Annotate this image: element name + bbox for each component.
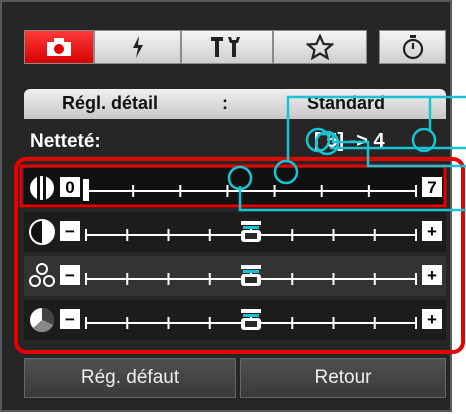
contrast-thumb-inner xyxy=(245,233,257,239)
contrast-decrease-button[interactable]: − xyxy=(60,221,80,241)
star-icon xyxy=(306,34,334,60)
slider-row-sharpness[interactable]: 0 7 xyxy=(24,168,446,208)
flash-icon xyxy=(132,36,143,58)
tab-tools[interactable] xyxy=(181,30,273,64)
sharpness-track[interactable] xyxy=(82,176,420,202)
picture-style-panel: Régl. détail : Standard Netteté: [ 5] ->… xyxy=(0,0,452,412)
contrast-thumb-accent xyxy=(243,226,259,229)
saturation-marker xyxy=(241,265,261,269)
sharpness-thumb xyxy=(83,179,89,201)
sharpness-to: 4 xyxy=(373,130,385,152)
slider-row-color-tone[interactable]: − + xyxy=(24,300,446,340)
contrast-icon xyxy=(29,219,55,245)
saturation-track[interactable] xyxy=(82,264,420,290)
camera-icon xyxy=(47,38,71,56)
picture-style-value: Standard xyxy=(307,93,386,113)
default-settings-button[interactable]: Rég. défaut xyxy=(24,358,236,398)
tab-shooting[interactable] xyxy=(24,30,94,64)
contrast-increase-button[interactable]: + xyxy=(422,221,442,241)
saturation-thumb-accent xyxy=(243,270,259,273)
bracket-left: [ xyxy=(314,130,321,152)
color-tone-icon xyxy=(30,307,55,333)
contrast-marker xyxy=(241,221,261,225)
color-tone-increase-button[interactable]: + xyxy=(422,309,442,329)
tab-my-menu[interactable] xyxy=(273,30,367,64)
saturation-icon xyxy=(29,263,55,287)
sharpness-from: 5 xyxy=(326,130,338,152)
sharpness-min-label[interactable]: 0 xyxy=(60,177,80,197)
color-tone-thumb-inner xyxy=(245,321,257,327)
timer-button[interactable] xyxy=(379,30,446,64)
color-tone-track[interactable] xyxy=(82,308,420,334)
detail-header: Régl. détail : Standard xyxy=(24,89,446,119)
contrast-track[interactable] xyxy=(82,220,420,246)
slider-row-contrast[interactable]: − + xyxy=(24,212,446,252)
tools-icon xyxy=(211,37,240,57)
bracket-right: ] xyxy=(337,130,345,152)
back-button[interactable]: Retour xyxy=(240,358,446,398)
sharpness-arrow: -> xyxy=(349,130,368,152)
sharpness-icon xyxy=(30,176,54,200)
saturation-thumb-inner xyxy=(245,277,257,283)
color-tone-marker xyxy=(241,309,261,313)
color-tone-decrease-button[interactable]: − xyxy=(60,309,80,329)
sharpness-label: Netteté: xyxy=(30,131,101,152)
slider-row-saturation[interactable]: − + xyxy=(24,256,446,296)
detail-label: Régl. détail xyxy=(62,93,159,113)
tab-flash[interactable] xyxy=(94,30,181,64)
sharpness-row: Netteté: [ 5] -> 4 xyxy=(24,122,446,162)
saturation-decrease-button[interactable]: − xyxy=(60,265,80,285)
timer-icon xyxy=(402,35,423,60)
sharpness-max-label[interactable]: 7 xyxy=(422,177,442,197)
color-tone-thumb-accent xyxy=(243,314,259,317)
detail-separator: : xyxy=(222,93,228,113)
sharpness-change: [ 5] -> 4 xyxy=(314,130,385,153)
menu-tabs xyxy=(24,30,367,64)
saturation-increase-button[interactable]: + xyxy=(422,265,442,285)
